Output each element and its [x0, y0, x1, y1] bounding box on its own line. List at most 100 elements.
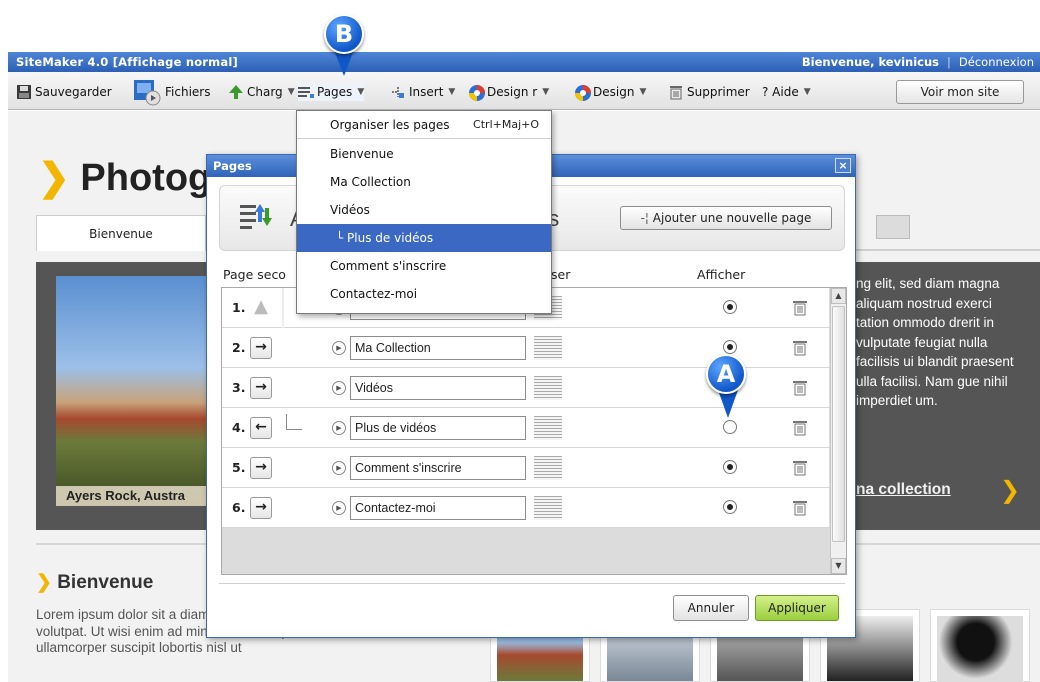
add-page-button[interactable]: -¦ Ajouter une nouvelle page: [620, 206, 832, 230]
site-tab[interactable]: [876, 215, 910, 239]
page-name-input[interactable]: Comment s'inscrire: [350, 456, 526, 480]
pages-grid: 1. ▲ ▶ Bienvenue 2. → ▶ Ma Collection 3.…: [221, 287, 847, 575]
help-button[interactable]: ? Aide ▼: [762, 83, 811, 101]
arrow-up-icon: [228, 84, 244, 100]
floppy-icon: [16, 84, 32, 100]
col-secondary: Page seco: [223, 267, 286, 282]
trash-icon[interactable]: [792, 339, 808, 357]
page-name-input[interactable]: Ma Collection: [350, 336, 526, 360]
design-button[interactable]: Design ▼: [574, 83, 646, 101]
menu-item-comment-sinscrire[interactable]: Comment s'inscrire: [297, 252, 551, 280]
menu-item-contactez-moi[interactable]: Contactez-moi: [297, 280, 551, 308]
col-show: Afficher: [697, 267, 746, 282]
separator: |: [947, 55, 951, 69]
chevron-down-icon: ▼: [542, 87, 550, 97]
menu-item-label: Organiser les pages: [330, 118, 450, 132]
dialog-title: Pages: [213, 159, 252, 173]
delete-label: Supprimer: [687, 85, 750, 99]
indent-right-button[interactable]: →: [250, 377, 272, 399]
marker-b: B: [324, 14, 364, 54]
thumbnail[interactable]: [930, 609, 1030, 682]
palette-icon: [574, 84, 591, 101]
indent-right-button[interactable]: →: [250, 337, 272, 359]
delete-button[interactable]: Supprimer: [668, 83, 750, 101]
expand-icon[interactable]: ▶: [332, 461, 346, 475]
trash-icon[interactable]: [792, 499, 808, 517]
marker-a: A: [706, 354, 746, 394]
show-radio[interactable]: [723, 300, 737, 314]
grid-empty-area: [222, 528, 829, 574]
logout-link[interactable]: Déconnexion: [959, 55, 1034, 69]
chevron-right-icon: ❯: [36, 572, 52, 593]
show-radio[interactable]: [723, 420, 737, 434]
page-name-input[interactable]: Contactez-moi: [350, 496, 526, 520]
save-label: Sauvegarder: [35, 85, 112, 99]
design-theme-button[interactable]: Design r ▼: [468, 83, 549, 101]
scroll-up-icon[interactable]: ▲: [831, 288, 846, 304]
scrollbar[interactable]: ▲ ▼: [830, 288, 846, 574]
scroll-down-icon[interactable]: ▼: [831, 558, 846, 574]
apply-button[interactable]: Appliquer: [755, 595, 839, 621]
site-tab-bienvenue[interactable]: Bienvenue: [36, 215, 206, 251]
pages-menu-button[interactable]: Pages ▼: [298, 83, 365, 101]
insert-button[interactable]: Insert ▼: [390, 83, 455, 101]
close-icon[interactable]: ×: [835, 158, 851, 173]
indent-right-button[interactable]: →: [250, 497, 272, 519]
expand-icon[interactable]: ▶: [332, 421, 346, 435]
collection-link[interactable]: na collection: [856, 481, 951, 499]
row-number: 4.: [232, 420, 246, 435]
page-name-input[interactable]: Plus de vidéos: [350, 416, 526, 440]
indent-left-button[interactable]: ←: [250, 417, 272, 439]
expand-icon[interactable]: ▶: [332, 341, 346, 355]
app-title-bar: SiteMaker 4.0 [Affichage normal] Bienven…: [8, 52, 1040, 72]
menu-item-videos[interactable]: Vidéos: [297, 196, 551, 224]
indent-right-button[interactable]: →: [250, 457, 272, 479]
chevron-down-icon: ▼: [639, 87, 647, 97]
cancel-button[interactable]: Annuler: [673, 595, 749, 621]
page-name-input[interactable]: Vidéos: [350, 376, 526, 400]
show-radio[interactable]: [723, 340, 737, 354]
menu-item-organize[interactable]: Organiser les pages Ctrl+Maj+O: [297, 111, 551, 139]
banner-text: ng elit, sed diam magna aliquam nostrud …: [856, 276, 1014, 408]
drag-handle[interactable]: [534, 416, 562, 440]
chevron-right-icon: ❯: [1000, 476, 1021, 504]
indent-column: [282, 288, 284, 328]
upload-label: Charg: [247, 85, 283, 99]
show-radio[interactable]: [723, 500, 737, 514]
design1-label: Design r: [487, 85, 538, 99]
divider: [219, 583, 845, 584]
chevron-down-icon: ▼: [803, 87, 811, 97]
drag-handle[interactable]: [534, 496, 562, 520]
insert-label: Insert: [409, 85, 444, 99]
drag-handle[interactable]: [534, 376, 562, 400]
trash-icon[interactable]: [792, 419, 808, 437]
files-icon: [132, 78, 162, 106]
organize-pages-icon: [238, 200, 272, 234]
save-button[interactable]: Sauvegarder: [16, 83, 112, 101]
pages-dropdown-menu: Organiser les pages Ctrl+Maj+O Bienvenue…: [296, 110, 552, 314]
upload-button[interactable]: Charg ▼: [228, 83, 295, 101]
col-hide: ser: [551, 267, 571, 282]
files-button[interactable]: Fichiers: [132, 78, 210, 106]
view-site-button[interactable]: Voir mon site: [896, 80, 1024, 104]
show-radio[interactable]: [723, 460, 737, 474]
menu-item-ma-collection[interactable]: Ma Collection: [297, 168, 551, 196]
scrollbar-thumb[interactable]: [832, 306, 845, 542]
expand-icon[interactable]: ▶: [332, 501, 346, 515]
menu-item-plus-de-videos[interactable]: └ Plus de vidéos: [297, 224, 551, 252]
welcome-text: Bienvenue, kevinicus: [801, 55, 940, 69]
expand-icon[interactable]: ▶: [332, 381, 346, 395]
drag-handle[interactable]: [534, 456, 562, 480]
table-row: 5. → ▶ Comment s'inscrire: [222, 448, 829, 488]
menu-item-bienvenue[interactable]: Bienvenue: [297, 140, 551, 168]
drag-handle[interactable]: [534, 336, 562, 360]
trash-icon[interactable]: [792, 299, 808, 317]
chevron-down-icon: ▼: [287, 87, 295, 97]
row-number: 1.: [232, 300, 246, 315]
chevron-right-icon: ❯: [38, 157, 70, 199]
files-label: Fichiers: [165, 85, 211, 99]
trash-icon[interactable]: [792, 379, 808, 397]
design2-label: Design: [593, 85, 635, 99]
row-number: 6.: [232, 500, 246, 515]
trash-icon[interactable]: [792, 459, 808, 477]
